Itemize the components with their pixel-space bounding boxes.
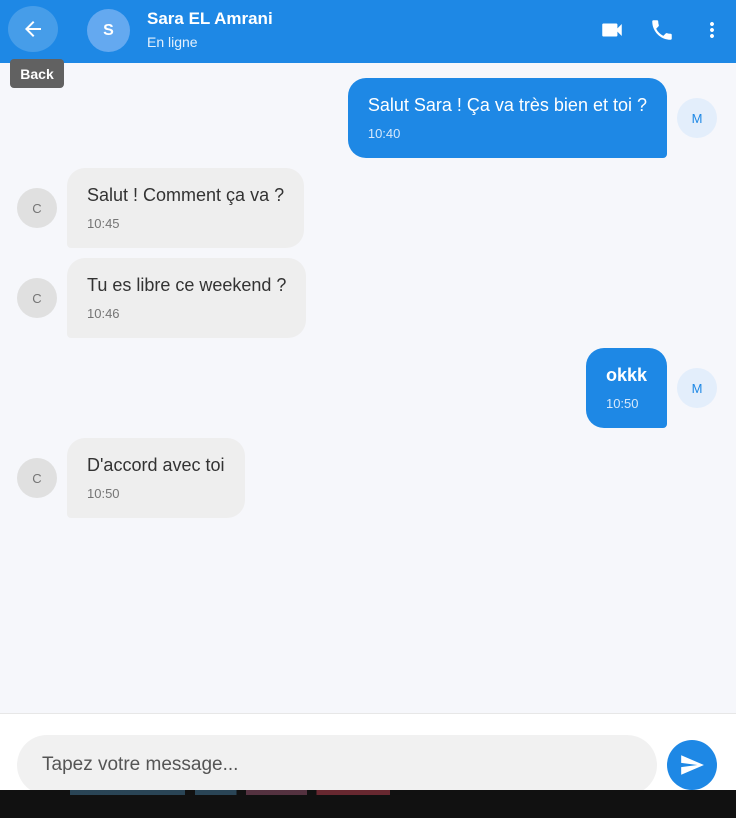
voice-call-button[interactable] [642,12,682,48]
contact-avatar[interactable]: S [87,9,130,52]
message-text: D'accord avec toi [87,455,225,475]
contact-status: En ligne [147,34,198,50]
message-composer [0,713,736,795]
message-text: Tu es libre ce weekend ? [87,275,287,295]
contact-message-avatar: C [17,188,57,228]
message-time: 10:45 [87,216,120,231]
message-bubble-incoming[interactable]: D'accord avec toi 10:50 [67,438,245,518]
bottom-strip [0,790,736,818]
send-icon [681,755,704,775]
video-call-button[interactable] [592,12,632,48]
message-bubble-outgoing[interactable]: okkk 10:50 [585,348,667,428]
video-call-icon [602,23,622,37]
contact-message-avatar: C [17,278,57,318]
message-bubble-incoming[interactable]: Tu es libre ce weekend ? 10:46 [67,258,307,338]
bottom-strip-overlay [70,790,390,795]
send-button[interactable] [667,740,717,790]
message-input[interactable] [17,735,657,795]
message-bubble-incoming[interactable]: Salut ! Comment ça va ? 10:45 [67,168,305,248]
arrow-back-icon [25,21,41,37]
more-options-button[interactable] [692,12,732,48]
app-bar: S Sara EL Amrani En ligne [0,0,736,63]
more-vert-icon [710,22,714,38]
my-avatar: M [677,98,717,138]
contact-message-avatar: C [17,458,57,498]
message-time: 10:50 [605,396,639,411]
message-time: 10:46 [87,306,120,321]
message-time: 10:40 [367,126,401,141]
message-text: Salut ! Comment ça va ? [87,185,285,205]
phone-icon [652,20,672,40]
message-bubble-outgoing[interactable]: Salut Sara ! Ça va très bien et toi ? 10… [347,78,667,158]
message-text: Salut Sara ! Ça va très bien et toi ? [367,95,647,115]
back-tooltip: Back [10,59,64,88]
back-button[interactable] [8,6,58,52]
message-time: 10:50 [87,486,120,501]
contact-name: Sara EL Amrani [147,9,273,28]
message-text: okkk [605,365,647,385]
my-avatar: M [677,368,717,408]
